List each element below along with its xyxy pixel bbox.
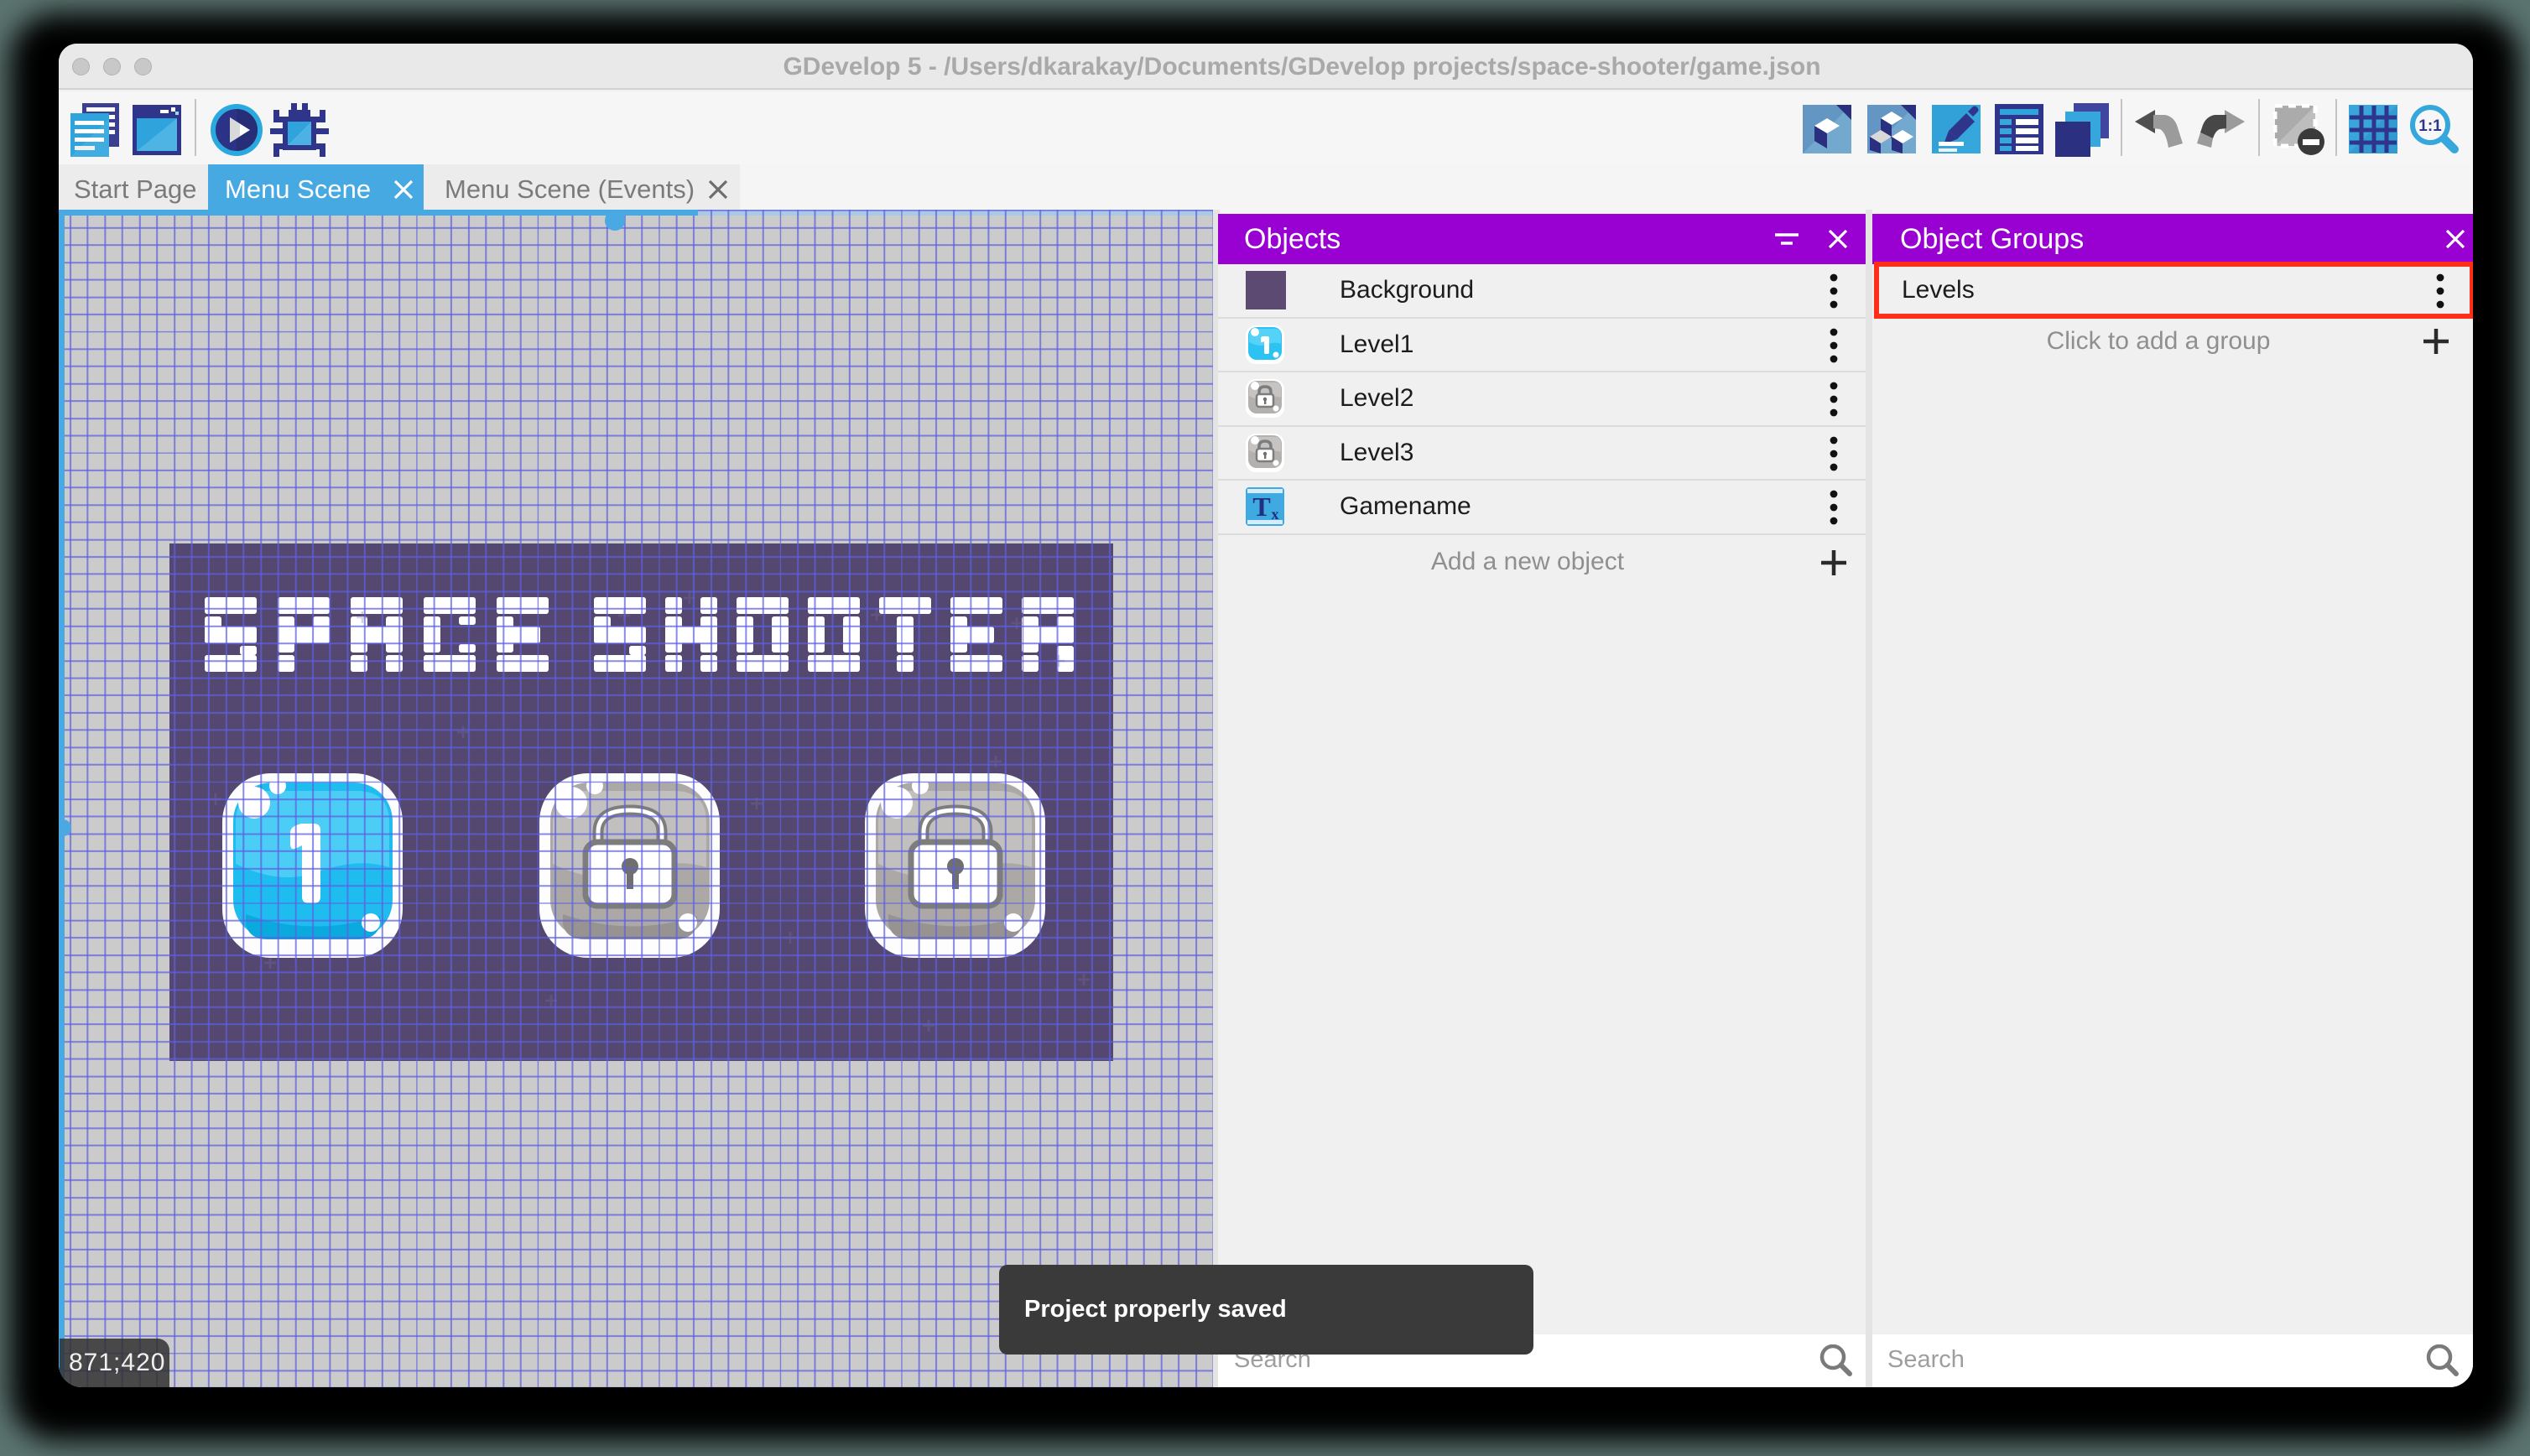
svg-text:T: T bbox=[1252, 491, 1270, 522]
svg-text:1:1: 1:1 bbox=[2418, 117, 2442, 135]
svg-text:x: x bbox=[1272, 506, 1279, 523]
